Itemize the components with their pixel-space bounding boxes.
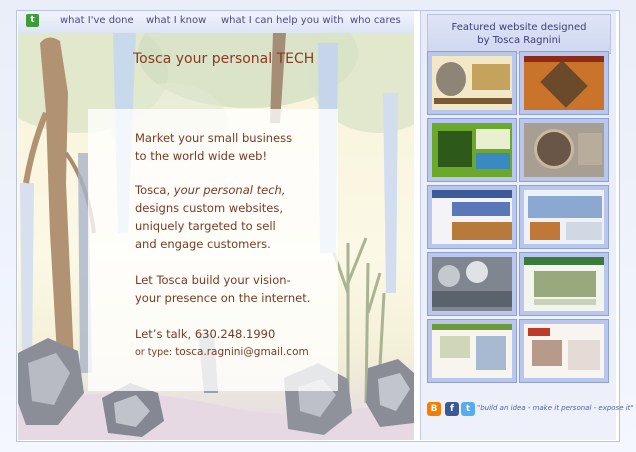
pitch-line-4: and engage customers. <box>135 237 271 251</box>
portfolio-thumb-10[interactable] <box>519 319 609 383</box>
top-nav: t what I've done what I know what I can … <box>18 11 414 33</box>
nav-link-what-i-can-help[interactable]: what I can help you with <box>221 15 344 26</box>
facebook-icon[interactable]: f <box>445 402 459 416</box>
page-title: Tosca your personal TECH <box>133 51 314 67</box>
nav-link-what-ive-done[interactable]: what I've done <box>60 15 134 26</box>
vision-line-1: Let Tosca build your vision- <box>135 273 291 287</box>
portfolio-sidebar: Featured website designed by Tosca Ragni… <box>420 11 634 440</box>
portfolio-thumb-3[interactable] <box>427 118 517 182</box>
portfolio-thumb-9[interactable] <box>427 319 517 383</box>
featured-header-line-2: by Tosca Ragnini <box>477 35 561 46</box>
portfolio-thumb-2[interactable] <box>519 51 609 115</box>
pitch-line-2: designs custom websites, <box>135 201 284 215</box>
pitch-line-1: Tosca, your personal tech, <box>135 181 335 199</box>
twitter-icon[interactable]: t <box>461 402 475 416</box>
hero-scene: Tosca your personal TECH Market your sma… <box>18 33 414 440</box>
portfolio-thumb-8[interactable] <box>519 252 609 316</box>
intro-line-1: Market your small business <box>135 131 293 145</box>
pitch-line-3: uniquely targeted to sell <box>135 219 276 233</box>
title-name: Tosca <box>133 51 172 67</box>
nav-link-what-i-know[interactable]: what I know <box>146 15 206 26</box>
email-prefix: or type: <box>135 347 176 358</box>
contact-phone: Let’s talk, 630.248.1990 <box>135 327 276 341</box>
tagline: "build an idea - make it personal - expo… <box>477 404 634 412</box>
pitch-text: Tosca, <box>135 183 174 197</box>
intro-line-2: to the world wide web! <box>135 149 268 163</box>
portfolio-thumb-6[interactable] <box>519 185 609 249</box>
portfolio-thumb-1[interactable] <box>427 51 517 115</box>
email-link[interactable]: tosca.ragnini@gmail.com <box>175 346 309 358</box>
portfolio-thumb-5[interactable] <box>427 185 517 249</box>
vision-line-2: your presence on the internet. <box>135 291 311 305</box>
logo-icon[interactable]: t <box>26 14 39 27</box>
nav-link-who-cares[interactable]: who cares <box>350 15 401 26</box>
portfolio-thumb-7[interactable] <box>427 252 517 316</box>
blogger-icon[interactable]: B <box>427 402 441 416</box>
pitch-emphasis: your personal tech, <box>173 183 286 197</box>
portfolio-thumb-4[interactable] <box>519 118 609 182</box>
featured-header: Featured website designed by Tosca Ragni… <box>427 14 611 54</box>
featured-header-line-1: Featured website designed <box>451 22 587 33</box>
contact-email-line: or type: tosca.ragnini@gmail.com <box>135 343 335 362</box>
title-rest: your personal TECH <box>171 51 315 67</box>
